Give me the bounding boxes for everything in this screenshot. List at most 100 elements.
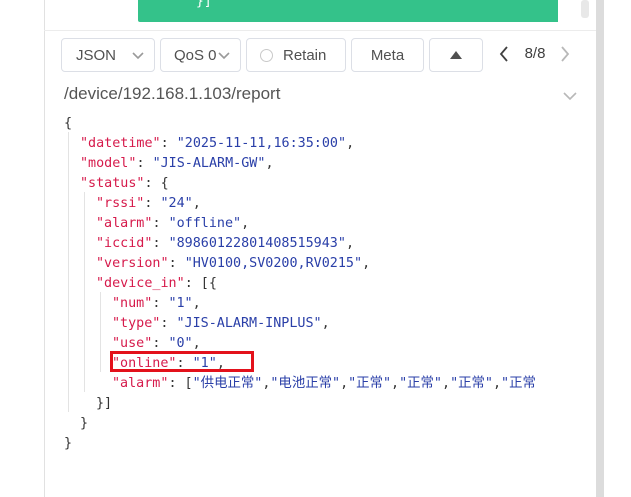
json-punctuation: : [144,196,161,211]
scrollbar-thumb[interactable] [581,0,589,18]
indent-guide [68,132,69,412]
json-value: "JIS-ALARM-GW" [152,156,266,171]
json-punctuation: , [492,376,502,391]
json-punctuation: , [321,316,330,331]
meta-button[interactable]: Meta [351,38,424,72]
json-value: "正常 [501,376,536,391]
message-scrollbar[interactable] [578,0,592,26]
json-punctuation: : [168,256,185,271]
previous-message-bubble[interactable]: }] [138,0,558,22]
json-line: "type": "JIS-ALARM-INPLUS", [112,314,330,334]
json-punctuation: : [160,316,177,331]
message-tail-text: }] [196,0,212,9]
json-punctuation: , [192,196,201,211]
triangle-up-icon [450,51,462,59]
json-value: "JIS-ALARM-INPLUS" [176,316,322,331]
divider [44,30,596,31]
json-punctuation: } [64,436,73,451]
json-punctuation: : [136,156,153,171]
retain-label: Retain [283,46,327,64]
json-punctuation: : [152,236,169,251]
json-key: "alarm" [96,216,153,231]
json-line: "version": "HV0100,SV0200,RV0215", [96,254,370,274]
json-payload-view[interactable]: {"datetime": "2025-11-11,16:35:00", "mode… [60,110,595,490]
json-value: "电池正常" [270,376,341,391]
json-value: "2025-11-11,16:35:00" [176,136,347,151]
json-value: "89860122801408515943" [168,236,346,251]
json-value: "0" [168,336,193,351]
json-value: "24" [160,196,193,211]
json-punctuation: , [442,376,451,391]
json-key: "iccid" [96,236,153,251]
format-select[interactable]: JSON [61,38,155,72]
json-punctuation: , [265,156,274,171]
page-indicator: 8/8 [524,45,546,62]
chevron-down-icon [132,52,144,60]
json-key: "alarm" [112,376,169,391]
json-line: } [80,414,88,434]
online-field-highlight [110,351,254,372]
json-value: "HV0100,SV0200,RV0215" [184,256,363,271]
meta-label: Meta [370,46,405,64]
json-line: "datetime": "2025-11-11,16:35:00", [80,134,354,154]
json-value: "正常" [399,376,442,391]
chevron-down-icon[interactable] [561,88,579,104]
json-key: "use" [112,336,153,351]
json-line: } [64,434,72,454]
json-line: "alarm": "offline", [96,214,249,234]
json-punctuation: : { [144,176,169,191]
json-key: "model" [80,156,137,171]
chevron-right-icon[interactable] [558,44,572,64]
json-key: "status" [80,176,145,191]
json-line: }] [96,394,112,414]
json-punctuation: : [152,216,169,231]
json-value: "正常" [348,376,392,391]
json-punctuation: : [ [168,376,193,391]
chevron-down-icon [218,52,230,60]
qos-select-label: QoS 0 [174,46,217,64]
json-line: "status": { [80,174,169,194]
topic-title: /device/192.168.1.103/report [64,84,281,103]
json-punctuation: , [362,256,371,271]
chevron-left-icon[interactable] [497,44,511,64]
json-punctuation: , [192,296,201,311]
json-line: "model": "JIS-ALARM-GW", [80,154,274,174]
json-punctuation: , [241,216,250,231]
json-line: "num": "1", [112,294,201,314]
json-punctuation: , [391,376,400,391]
json-key: "rssi" [96,196,145,211]
qos-select[interactable]: QoS 0 [160,38,241,72]
radio-icon [260,48,273,62]
json-line: "rssi": "24", [96,194,201,214]
retain-checkbox[interactable]: Retain [246,38,346,72]
json-key: "type" [112,316,161,331]
json-punctuation: : [152,296,169,311]
indent-guide [84,192,85,392]
json-value: "正常" [450,376,493,391]
json-line: { [64,114,72,134]
json-punctuation: { [64,116,73,131]
json-key: "version" [96,256,169,271]
json-key: "device_in" [96,276,185,291]
json-punctuation: , [346,136,355,151]
json-value: "1" [168,296,193,311]
json-punctuation: : [160,136,177,151]
json-key: "datetime" [80,136,161,151]
json-value: "供电正常" [192,376,263,391]
json-punctuation: } [80,416,89,431]
panel-scrollbar[interactable] [596,0,604,497]
json-value: "offline" [168,216,242,231]
json-punctuation: : [{ [184,276,217,291]
json-line: "iccid": "89860122801408515943", [96,234,354,254]
indent-guide [100,292,101,372]
left-gutter [0,0,44,497]
json-punctuation: , [345,236,354,251]
json-key: "num" [112,296,153,311]
json-line: "alarm": ["供电正常","电池正常","正常","正常","正常","… [112,374,536,394]
json-punctuation: , [340,376,349,391]
json-punctuation: , [192,336,201,351]
scroll-up-button[interactable] [429,38,483,72]
json-punctuation: }] [96,396,113,411]
json-line: "device_in": [{ [96,274,217,294]
json-punctuation: : [152,336,169,351]
